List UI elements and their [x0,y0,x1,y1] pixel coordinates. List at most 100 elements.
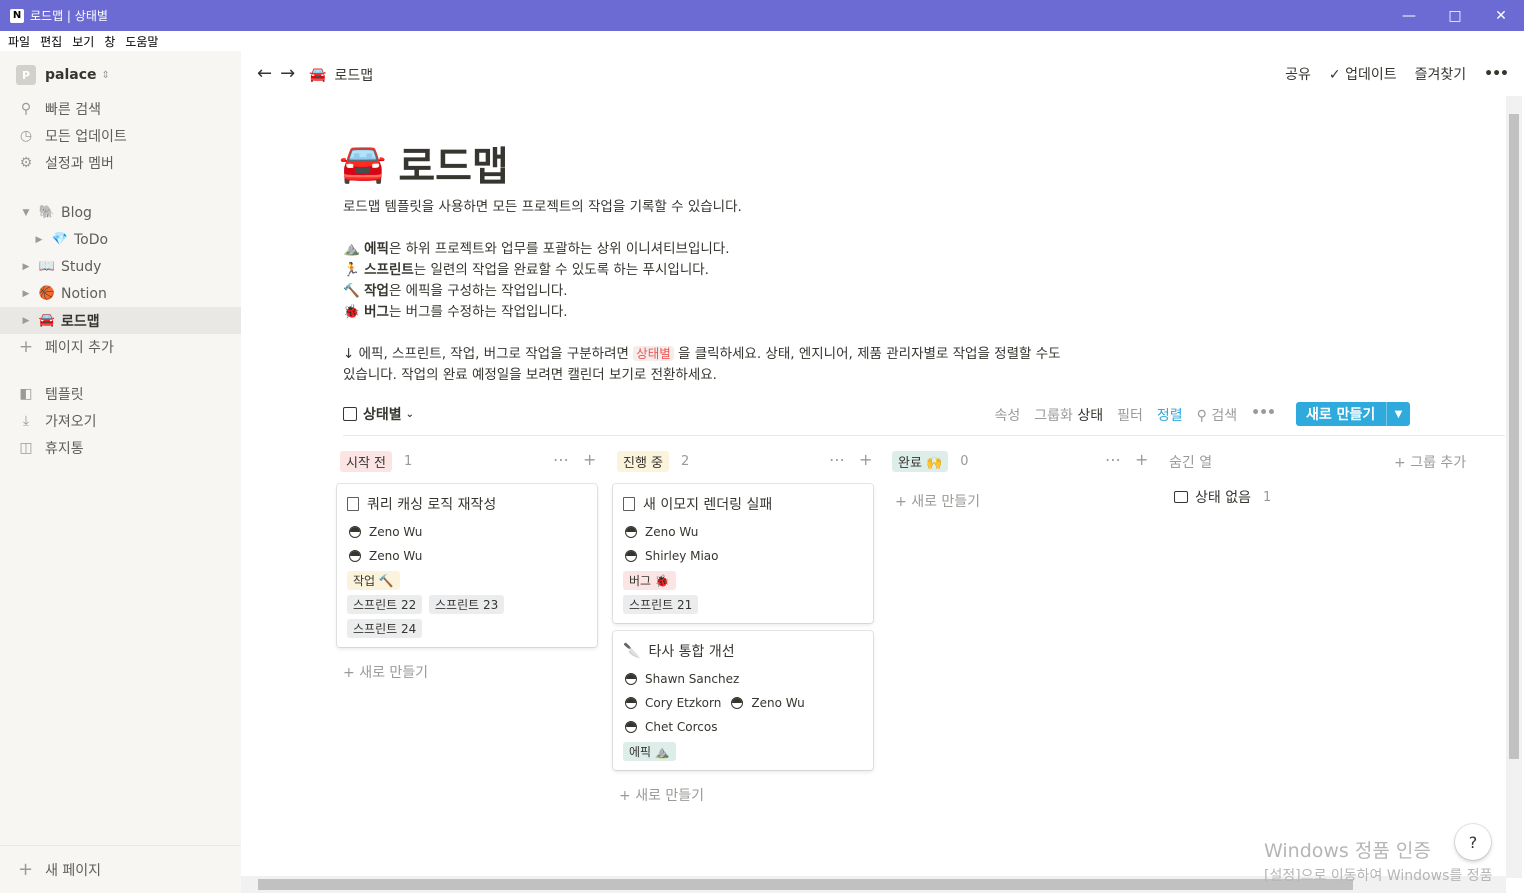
breadcrumb-label: 로드맵 [334,68,374,84]
gem-icon: 💎 [51,232,69,247]
sidebar-add-page[interactable]: + 페이지 추가 [0,333,241,360]
no-status-group[interactable]: 상태 없음 1 [1174,487,1271,507]
forward-arrow-icon[interactable]: → [280,63,295,84]
new-item-button[interactable]: 새로 만들기 ▼ [1296,402,1410,426]
add-card-button[interactable]: + 새로 만들기 [619,785,704,805]
sidebar-page-blog[interactable]: ▼ 🐘 Blog [0,199,241,226]
column-count: 0 [960,453,969,469]
sidebar-item-label: 템플릿 [45,386,84,403]
page-title[interactable]: 🚘 로드맵 [339,134,509,192]
sort-button[interactable]: 정렬 [1157,405,1183,425]
collapsed-triangle-icon[interactable]: ▶ [20,316,32,326]
favorite-button[interactable]: 즐겨찾기 [1415,64,1467,84]
car-icon: 🚘 [309,67,327,83]
collapsed-triangle-icon[interactable]: ▶ [20,262,32,272]
column-add-icon[interactable]: + [1135,450,1148,469]
breadcrumb[interactable]: 🚘 로드맵 [309,65,373,85]
elephant-icon: 🐘 [38,205,56,220]
intro-text: 로드맵 템플릿을 사용하면 모든 프로젝트의 작업을 기록할 수 있습니다. [343,199,742,215]
sidebar-page-notion[interactable]: ▶ 🏀 Notion [0,280,241,307]
mountain-icon: ⛰️ [343,241,360,257]
status-view-link[interactable]: 상태별 [633,346,674,361]
add-group-button[interactable]: + 그룹 추가 [1394,452,1466,472]
menu-help[interactable]: 도움말 [125,33,158,50]
scroll-thumb[interactable] [258,879,1353,890]
sidebar-page-study[interactable]: ▶ 📖 Study [0,253,241,280]
help-button[interactable]: ? [1455,824,1491,860]
person: Zeno Wu [625,525,698,539]
sidebar-item-quick-search[interactable]: ⚲ 빠른 검색 [0,95,241,122]
back-arrow-icon[interactable]: ← [257,63,272,84]
menu-window[interactable]: 창 [104,33,115,50]
sidebar-page-roadmap[interactable]: ▶ 🚘 로드맵 [0,307,241,334]
board-card[interactable]: 새 이모지 렌더링 실패 Zeno Wu Shirley Miao 버그 🐞 스… [613,484,873,623]
menu-bar: 파일 편집 보기 창 도움말 [0,31,1524,51]
add-card-button[interactable]: + 새로 만들기 [895,491,980,511]
menu-view[interactable]: 보기 [72,33,94,50]
scroll-thumb[interactable] [1509,114,1519,759]
column-add-icon[interactable]: + [583,450,596,469]
runner-icon: 🏃 [343,262,360,278]
expanded-triangle-icon[interactable]: ▼ [20,208,32,218]
person-name: Zeno Wu [369,549,423,563]
column-more-icon[interactable]: ⋯ [553,450,569,469]
add-card-button[interactable]: + 새로 만들기 [343,662,428,682]
share-button[interactable]: 공유 [1285,64,1311,84]
properties-button[interactable]: 속성 [995,405,1021,425]
updates-label: 업데이트 [1345,67,1397,83]
filter-button[interactable]: 필터 [1117,405,1143,425]
chevron-down-icon[interactable]: ▼ [1386,402,1410,426]
vertical-scrollbar[interactable] [1506,96,1522,878]
sidebar-page-todo[interactable]: ▶ 💎 ToDo [0,226,241,253]
sidebar-item-all-updates[interactable]: ◷ 모든 업데이트 [0,122,241,149]
new-page-button[interactable]: + 새 페이지 [0,845,241,893]
close-button[interactable]: ✕ [1478,0,1524,31]
car-icon[interactable]: 🚘 [339,141,386,186]
avatar [625,697,637,709]
sidebar-item-import[interactable]: ⤓ 가져오기 [0,407,241,434]
minimize-button[interactable]: — [1386,0,1432,31]
book-icon: 📖 [38,259,56,274]
column-header-in-progress[interactable]: 진행 중 2 [617,450,689,472]
avatar [349,550,361,562]
avatar [625,550,637,562]
board-view-icon [343,407,357,421]
view-switcher[interactable]: 상태별 ⌄ [343,404,414,424]
sidebar-item-templates[interactable]: ◧ 템플릿 [0,380,241,407]
column-header-done[interactable]: 완료 🙌 0 [892,450,969,472]
new-item-label: 새로 만들기 [1306,407,1376,423]
group-value: 상태 [1077,408,1104,424]
avatar [625,526,637,538]
instructions-line-2: 있습니다. 작업의 완료 예정일을 보려면 캘린더 보기로 전환하세요. [343,367,717,383]
card-title: 새 이모지 렌더링 실패 [623,494,772,514]
search-button[interactable]: ⚲ 검색 [1197,405,1237,425]
menu-edit[interactable]: 편집 [40,33,62,50]
menu-file[interactable]: 파일 [8,33,30,50]
page-icon [347,497,359,511]
group-label: 그룹화 [1034,408,1073,424]
desc-line-bug: 🐞 버그는 버그를 수정하는 작업입니다. [343,300,568,320]
person-name: Zeno Wu [751,696,805,710]
sidebar-item-trash[interactable]: ◫ 휴지통 [0,434,241,461]
maximize-button[interactable]: □ [1432,0,1478,31]
collapsed-triangle-icon[interactable]: ▶ [33,235,45,245]
updates-button[interactable]: ✓ 업데이트 [1329,64,1397,84]
column-add-icon[interactable]: + [859,450,872,469]
hidden-columns-label: 숨긴 열 [1169,455,1213,471]
card-title-text: 쿼리 캐싱 로직 재작성 [367,497,497,513]
more-options-icon[interactable]: ••• [1484,66,1509,82]
board-card[interactable]: 🔪 타사 통합 개선 Shawn Sanchez Cory Etzkorn Zeno… [613,631,873,770]
sidebar-page-label: 로드맵 [61,313,100,330]
column-header-not-started[interactable]: 시작 전 1 [340,450,412,472]
column-more-icon[interactable]: ⋯ [1105,450,1121,469]
group-by-button[interactable]: 그룹화 상태 [1034,405,1103,425]
chevron-down-icon: ⌄ [405,408,415,420]
board-card[interactable]: 쿼리 캐싱 로직 재작성 Zeno Wu Zeno Wu 작업 🔨 스프린트 2… [337,484,597,647]
sidebar-item-settings[interactable]: ⚙ 설정과 멤버 [0,149,241,176]
column-more-icon[interactable]: ⋯ [829,450,845,469]
workspace-switcher[interactable]: P palace ⇕ [16,65,110,85]
sprint-tag: 스프린트 24 [347,619,423,638]
collapsed-triangle-icon[interactable]: ▶ [20,289,32,299]
db-more-icon[interactable]: ••• [1251,405,1276,425]
person: Cory Etzkorn Zeno Wu [625,696,805,710]
